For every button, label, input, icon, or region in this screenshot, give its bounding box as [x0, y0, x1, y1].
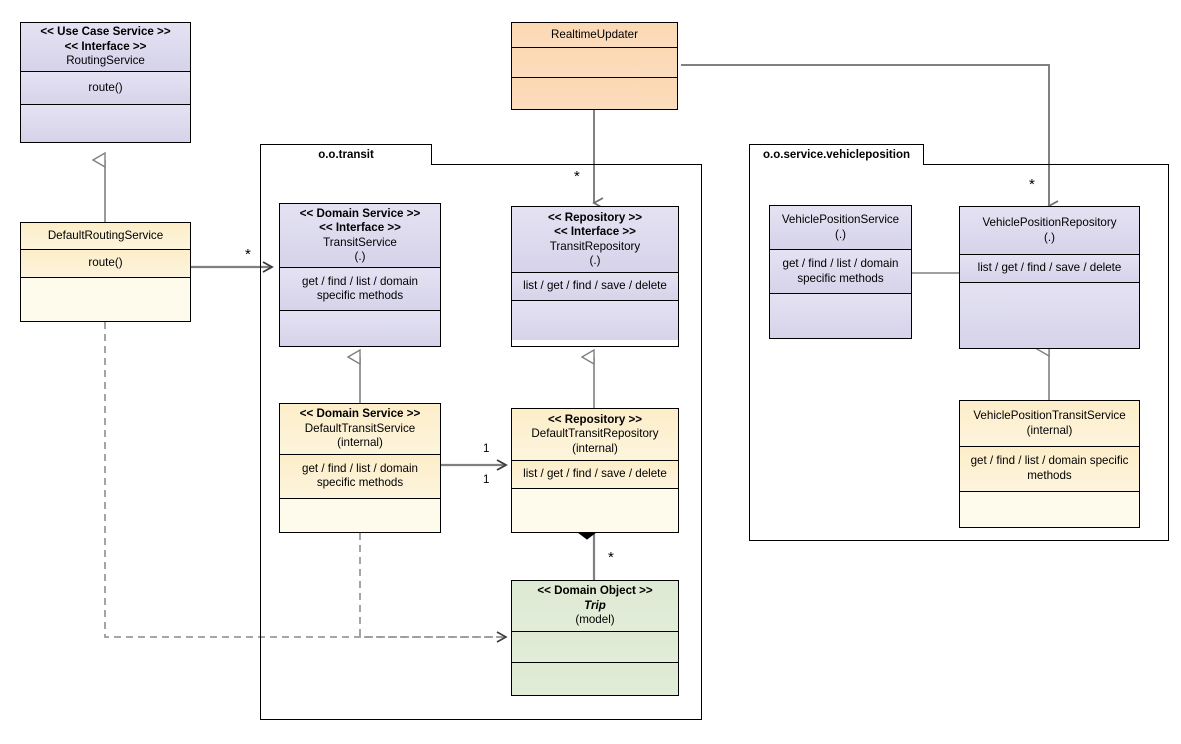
multiplicity-updater-to-vehiclepositionrepository: *	[1029, 176, 1035, 193]
class-header-realtimeupdater: RealtimeUpdater	[512, 23, 677, 49]
class-routingservice[interactable]: << Use Case Service >> << Interface >> R…	[20, 22, 191, 143]
package-tab-transit: o.o.transit	[260, 144, 432, 165]
class-name-transitservice: TransitService	[323, 235, 397, 249]
class-qualifier-transitrepository: (.)	[589, 254, 601, 267]
class-header-routingservice: << Use Case Service >> << Interface >> R…	[21, 23, 190, 73]
class-vehiclepositiontransitservice[interactable]: VehiclePositionTransitService (internal)…	[959, 400, 1140, 528]
class-name-routingservice: RoutingService	[66, 54, 145, 68]
stereotype-domainobject: << Domain Object >>	[537, 584, 653, 598]
class-header-trip: << Domain Object >> Trip (model)	[512, 581, 678, 633]
class-vehiclepositionservice[interactable]: VehiclePositionService (.) get / find / …	[769, 205, 912, 339]
class-operations-trip	[512, 632, 678, 663]
class-name-transitrepository: TransitRepository	[549, 239, 641, 253]
stereotype-repository: << Repository >>	[547, 412, 643, 426]
class-header-vehiclepositiontransitservice: VehiclePositionTransitService (internal)	[960, 401, 1139, 448]
stereotype-usecaseservice: << Use Case Service >>	[40, 25, 171, 39]
class-qualifier-defaulttransitservice: (internal)	[337, 436, 383, 450]
class-defaultroutingservice[interactable]: DefaultRoutingService route()	[20, 222, 191, 322]
class-name-trip: Trip	[584, 598, 606, 612]
class-name-vehiclepositionservice: VehiclePositionService	[781, 213, 900, 227]
class-transitservice[interactable]: << Domain Service >> << Interface >> Tra…	[279, 203, 441, 347]
class-header-vehiclepositionrepository: VehiclePositionRepository (.)	[960, 207, 1139, 256]
stereotype-interface: << Interface >>	[319, 221, 401, 235]
class-extra-defaulttransitrepository	[512, 489, 678, 532]
operations-text: list / get / find / save / delete	[523, 467, 667, 481]
class-operations-defaultroutingservice: route()	[21, 250, 190, 278]
class-trip[interactable]: << Domain Object >> Trip (model)	[511, 580, 679, 696]
multiplicity-service-to-repository-target: 1	[483, 474, 490, 486]
multiplicity-service-to-repository-source: 1	[483, 443, 490, 455]
class-name-vehiclepositionrepository: VehiclePositionRepository	[982, 216, 1117, 230]
class-qualifier-vehiclepositiontransitservice: (internal)	[1026, 423, 1073, 437]
operations-text: get / find / list / domain specific meth…	[970, 454, 1129, 482]
class-qualifier-defaulttransitrepository: (internal)	[572, 441, 618, 455]
class-qualifier-transitservice: (.)	[354, 250, 366, 264]
class-name-defaulttransitrepository: DefaultTransitRepository	[531, 427, 659, 441]
stereotype-domainservice: << Domain Service >>	[299, 206, 421, 220]
class-qualifier-vehiclepositionrepository: (.)	[1044, 230, 1055, 244]
class-operations-routingservice: route()	[21, 72, 190, 105]
operations-text: list / get / find / save / delete	[977, 261, 1122, 275]
stereotype-interface: << Interface >>	[64, 39, 147, 53]
operations-text: get / find / list / domain specific meth…	[302, 461, 418, 490]
stereotype-domainservice: << Domain Service >>	[299, 407, 421, 421]
class-name-vehiclepositiontransitservice: VehiclePositionTransitService	[973, 409, 1126, 423]
multiplicity-updater-to-transitrepository: *	[574, 168, 580, 185]
class-extra-realtimeupdater	[512, 77, 677, 109]
class-extra-vehiclepositiontransitservice	[960, 491, 1139, 527]
class-header-defaulttransitrepository: << Repository >> DefaultTransitRepositor…	[512, 409, 678, 461]
class-header-defaultroutingservice: DefaultRoutingService	[21, 223, 190, 251]
class-operations-transitservice: get / find / list / domain specific meth…	[280, 268, 440, 312]
class-header-transitservice: << Domain Service >> << Interface >> Tra…	[280, 204, 440, 269]
class-extra-defaultroutingservice	[21, 277, 190, 321]
class-name-realtimeupdater: RealtimeUpdater	[551, 27, 638, 41]
class-qualifier-vehiclepositionservice: (.)	[835, 227, 846, 241]
class-operations-defaulttransitrepository: list / get / find / save / delete	[512, 461, 678, 489]
class-header-defaulttransitservice: << Domain Service >> DefaultTransitServi…	[280, 404, 440, 456]
class-operations-realtimeupdater	[512, 48, 677, 78]
class-extra-vehiclepositionrepository	[960, 282, 1139, 348]
multiplicity-routing-to-transitservice: *	[245, 246, 251, 263]
operations-text: get / find / list / domain specific meth…	[302, 274, 418, 303]
package-tab-vehicleposition: o.o.service.vehicleposition	[749, 144, 924, 165]
class-extra-routingservice	[21, 104, 190, 142]
class-qualifier-trip: (model)	[575, 613, 615, 627]
stereotype-repository: << Repository >>	[547, 210, 643, 224]
class-extra-transitrepository	[512, 301, 678, 340]
class-operations-transitrepository: list / get / find / save / delete	[512, 273, 678, 301]
class-operations-vehiclepositionrepository: list / get / find / save / delete	[960, 255, 1139, 283]
class-name-defaulttransitservice: DefaultTransitService	[304, 421, 416, 435]
class-extra-transitservice	[280, 311, 440, 346]
class-name-defaultroutingservice: DefaultRoutingService	[47, 228, 164, 242]
class-vehiclepositionrepository[interactable]: VehiclePositionRepository (.) list / get…	[959, 206, 1140, 349]
class-transitrepository[interactable]: << Repository >> << Interface >> Transit…	[511, 206, 679, 347]
class-extra-trip	[512, 662, 678, 695]
class-extra-vehiclepositionservice	[770, 293, 911, 338]
class-operations-vehiclepositionservice: get / find / list / domain specific meth…	[770, 250, 911, 294]
class-defaulttransitservice[interactable]: << Domain Service >> DefaultTransitServi…	[279, 403, 441, 533]
operations-text: route()	[88, 80, 123, 94]
operations-text: get / find / list / domain specific meth…	[782, 257, 899, 285]
class-operations-vehiclepositiontransitservice: get / find / list / domain specific meth…	[960, 447, 1139, 492]
stereotype-interface: << Interface >>	[554, 225, 636, 238]
class-operations-defaulttransitservice: get / find / list / domain specific meth…	[280, 455, 440, 499]
class-header-vehiclepositionservice: VehiclePositionService (.)	[770, 206, 911, 251]
class-extra-defaulttransitservice	[280, 498, 440, 532]
multiplicity-repository-composes-trip: *	[608, 549, 614, 566]
class-defaulttransitrepository[interactable]: << Repository >> DefaultTransitRepositor…	[511, 408, 679, 533]
operations-text: route()	[88, 256, 123, 270]
class-realtimeupdater[interactable]: RealtimeUpdater	[511, 22, 678, 110]
class-header-transitrepository: << Repository >> << Interface >> Transit…	[512, 207, 678, 273]
operations-text: list / get / find / save / delete	[523, 279, 667, 293]
uml-diagram-canvas: o.o.transit o.o.service.vehicleposition …	[0, 0, 1181, 744]
